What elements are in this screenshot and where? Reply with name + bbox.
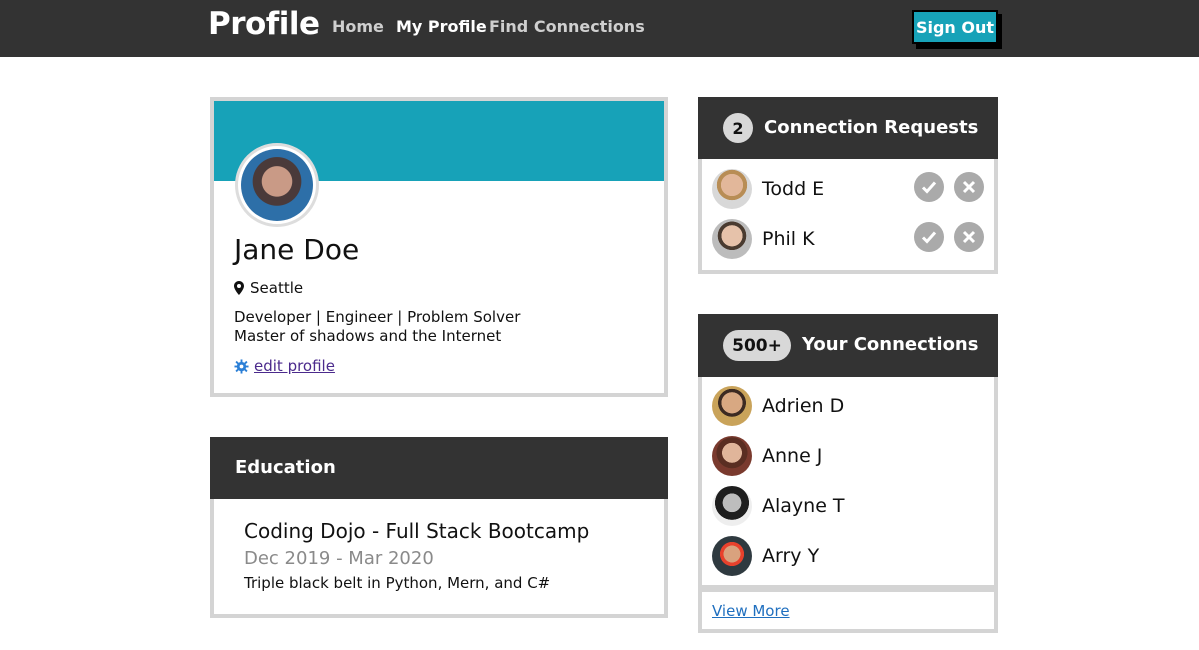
profile-bio: Developer | Engineer | Problem Solver Ma… — [234, 308, 520, 346]
connection-item: Anne J — [712, 436, 822, 476]
profile-location: Seattle — [234, 279, 303, 297]
nav-find-connections-link[interactable]: Find Connections — [489, 17, 645, 36]
request-name[interactable]: Todd E — [762, 178, 824, 200]
connection-item: Arry Y — [712, 536, 819, 576]
request-item: Phil K — [712, 219, 815, 259]
profile-avatar — [235, 143, 319, 227]
connections-count-badge: 500+ — [723, 330, 791, 361]
connections-header: 500+ Your Connections — [698, 314, 998, 377]
avatar — [712, 486, 752, 526]
education-body: Coding Dojo - Full Stack Bootcamp Dec 20… — [210, 499, 668, 618]
location-text: Seattle — [250, 279, 304, 297]
connection-item: Alayne T — [712, 486, 845, 526]
request-name[interactable]: Phil K — [762, 228, 815, 250]
connection-requests-list: Todd E Phil K — [698, 159, 998, 274]
edit-profile-link[interactable]: edit profile — [254, 357, 335, 375]
connections-list: Adrien D Anne J Alayne T Arry Y — [698, 377, 998, 589]
avatar — [712, 169, 752, 209]
requests-count-badge: 2 — [723, 113, 753, 143]
nav-home-link[interactable]: Home — [332, 17, 384, 36]
x-circle-icon — [962, 230, 976, 244]
avatar — [712, 219, 752, 259]
avatar — [712, 536, 752, 576]
connection-requests-header: 2 Connection Requests — [698, 97, 998, 159]
requests-header-title: Connection Requests — [764, 117, 979, 138]
connection-name[interactable]: Adrien D — [762, 395, 844, 417]
decline-request-button[interactable] — [954, 172, 984, 202]
top-nav: Profile Home My Profile Find Connections… — [0, 0, 1199, 57]
check-circle-icon — [921, 181, 937, 194]
accept-request-button[interactable] — [914, 172, 944, 202]
x-circle-icon — [962, 180, 976, 194]
map-pin-icon — [234, 281, 244, 295]
connections-header-title: Your Connections — [802, 334, 979, 355]
connection-name[interactable]: Alayne T — [762, 495, 845, 517]
profile-card: Jane Doe Seattle Developer | Engineer | … — [210, 97, 668, 397]
avatar — [712, 386, 752, 426]
sign-out-button[interactable]: Sign Out — [912, 10, 998, 44]
check-circle-icon — [921, 231, 937, 244]
education-header: Education — [210, 437, 668, 500]
brand-title: Profile — [208, 6, 320, 42]
nav-my-profile-link[interactable]: My Profile — [396, 17, 487, 36]
bio-line-1: Developer | Engineer | Problem Solver — [234, 308, 521, 326]
gear-icon — [234, 358, 249, 374]
education-dates: Dec 2019 - Mar 2020 — [244, 548, 434, 569]
connection-item: Adrien D — [712, 386, 844, 426]
avatar — [712, 436, 752, 476]
view-more-box: View More — [698, 588, 998, 633]
decline-request-button[interactable] — [954, 222, 984, 252]
bio-line-2: Master of shadows and the Internet — [234, 327, 502, 345]
accept-request-button[interactable] — [914, 222, 944, 252]
education-description: Triple black belt in Python, Mern, and C… — [244, 574, 551, 592]
view-more-link[interactable]: View More — [712, 602, 790, 620]
education-title: Coding Dojo - Full Stack Bootcamp — [244, 519, 590, 543]
connection-name[interactable]: Arry Y — [762, 545, 819, 567]
request-item: Todd E — [712, 169, 824, 209]
profile-name: Jane Doe — [234, 233, 360, 266]
connection-name[interactable]: Anne J — [762, 445, 822, 467]
edit-profile: edit profile — [234, 357, 335, 375]
